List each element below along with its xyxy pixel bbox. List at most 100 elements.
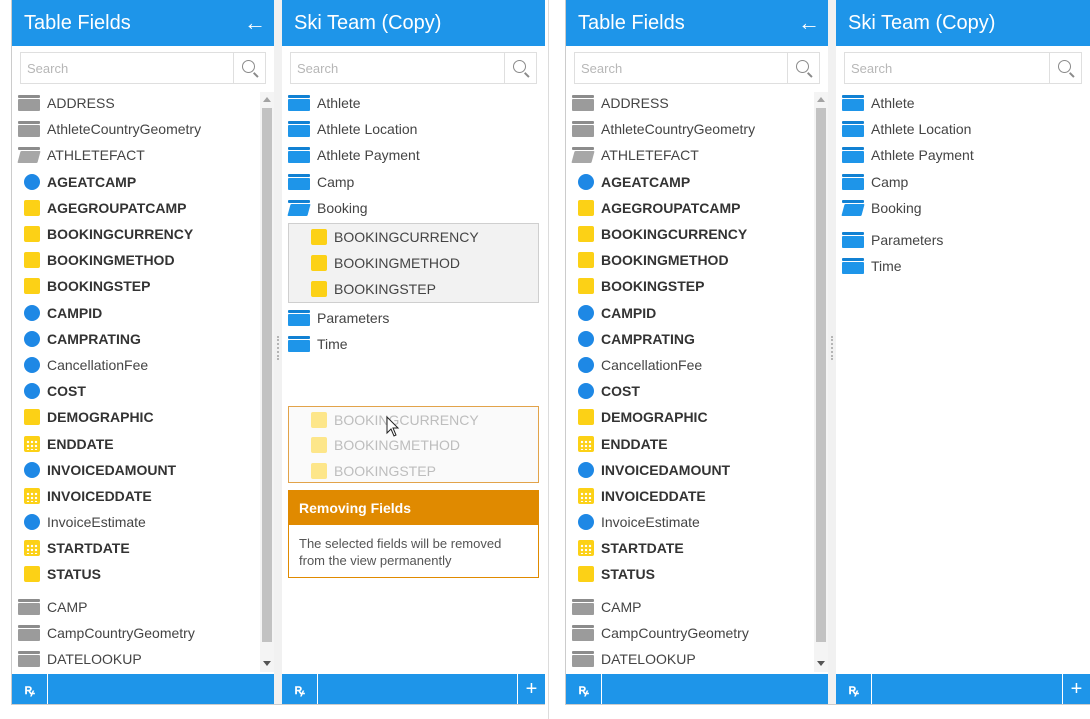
view-folder-item[interactable]: Booking [282,195,545,221]
field-item[interactable]: CAMPID [566,300,828,326]
field-item[interactable]: DEMOGRAPHIC [566,404,828,430]
field-item[interactable]: BOOKINGSTEP [566,273,828,299]
field-item[interactable]: INVOICEDAMOUNT [12,457,274,483]
field-item[interactable]: STARTDATE [12,535,274,561]
view-field-item[interactable]: BOOKINGSTEP [289,276,538,302]
view-folder-item[interactable]: Time [836,253,1090,279]
panel-splitter[interactable] [828,0,836,704]
search-input[interactable] [291,53,536,83]
scroll-down-arrow-icon[interactable] [817,661,825,666]
folder-item[interactable]: ADDRESS [12,90,274,116]
field-item[interactable]: INVOICEDAMOUNT [566,457,828,483]
dragged-field-item[interactable]: BOOKINGMETHOD [289,433,538,459]
field-item[interactable]: STARTDATE [566,535,828,561]
field-item[interactable]: COST [12,378,274,404]
table-fields-panel: Table Fields ← ADDRESS AthleteCountryGeom… [566,0,828,704]
view-folder-item[interactable]: Booking [836,195,1090,221]
folder-item[interactable]: CampCountryGeometry [12,620,274,646]
view-field-item[interactable]: BOOKINGMETHOD [289,250,538,276]
view-folder-item[interactable]: Athlete Location [282,116,545,142]
add-button[interactable]: + [517,674,545,704]
field-item[interactable]: STATUS [12,561,274,587]
folder-item[interactable]: CampCountryGeometry [566,620,828,646]
field-item[interactable]: AGEGROUPATCAMP [566,195,828,221]
folder-item[interactable]: ATHLETEFACT [566,142,828,168]
field-item[interactable]: AGEATCAMP [12,169,274,195]
field-item[interactable]: CAMPRATING [566,326,828,352]
field-item[interactable]: BOOKINGCURRENCY [12,221,274,247]
folder-item[interactable]: ADDRESS [566,90,828,116]
folder-icon [572,121,594,138]
scrollbar[interactable] [814,92,828,672]
view-folder-item[interactable]: Athlete Location [836,116,1090,142]
field-item[interactable]: BOOKINGSTEP [12,273,274,299]
panel-splitter[interactable] [274,0,282,704]
search-icon[interactable] [233,53,265,83]
metric-circle-icon [24,330,40,347]
search-icon[interactable] [504,53,536,83]
swap-icon[interactable]: ꝶ [12,674,48,704]
scroll-up-arrow-icon[interactable] [263,97,271,102]
scrollbar-thumb[interactable] [262,108,272,642]
add-button[interactable]: + [1062,674,1090,704]
field-item[interactable]: InvoiceEstimate [12,509,274,535]
arrow-left-icon[interactable]: ← [244,0,266,46]
scrollbar-thumb[interactable] [816,108,826,642]
field-item[interactable]: ENDDATE [12,430,274,456]
field-item[interactable]: BOOKINGCURRENCY [566,221,828,247]
field-item[interactable]: ENDDATE [566,430,828,456]
field-item[interactable]: AGEATCAMP [566,169,828,195]
view-folder-item[interactable]: Time [282,331,545,357]
view-folder-item[interactable]: Athlete [282,90,545,116]
view-folder-item[interactable]: Parameters [282,305,545,331]
field-item[interactable]: CAMPID [12,300,274,326]
dimension-square-icon [311,254,327,271]
dragging-fields-box[interactable]: BOOKINGCURRENCY BOOKINGMETHOD BOOKINGSTEP [288,406,539,483]
view-folder-item[interactable]: Athlete Payment [282,142,545,168]
search-icon[interactable] [787,53,819,83]
field-item[interactable]: BOOKINGMETHOD [566,247,828,273]
field-item[interactable]: CancellationFee [12,352,274,378]
search-input[interactable] [845,53,1081,83]
view-folder-item[interactable]: Athlete [836,90,1090,116]
field-item[interactable]: INVOICEDDATE [12,483,274,509]
field-item[interactable]: AGEGROUPATCAMP [12,195,274,221]
field-item[interactable]: INVOICEDDATE [566,483,828,509]
view-folder-item[interactable]: Camp [836,169,1090,195]
field-item[interactable]: BOOKINGMETHOD [12,247,274,273]
view-field-item[interactable]: BOOKINGCURRENCY [289,224,538,250]
swap-icon[interactable]: ꝶ [836,674,872,704]
arrow-left-icon[interactable]: ← [798,0,820,46]
folder-item[interactable]: DATELOOKUP [12,646,274,672]
field-item[interactable]: COST [566,378,828,404]
view-folder-item[interactable]: Parameters [836,227,1090,253]
field-item[interactable]: DEMOGRAPHIC [12,404,274,430]
view-folder-item[interactable]: Camp [282,169,545,195]
search-input[interactable] [21,53,265,83]
scroll-down-arrow-icon[interactable] [263,661,271,666]
swap-icon[interactable]: ꝶ [566,674,602,704]
scroll-up-arrow-icon[interactable] [817,97,825,102]
field-item[interactable]: CAMPRATING [12,326,274,352]
search-box [290,52,537,84]
scrollbar[interactable] [260,92,274,672]
folder-item[interactable]: AthleteCountryGeometry [566,116,828,142]
swap-icon[interactable]: ꝶ [282,674,318,704]
splitter-grip-icon[interactable] [277,336,279,360]
item-label: Camp [871,173,909,190]
search-input[interactable] [575,53,819,83]
folder-item[interactable]: AthleteCountryGeometry [12,116,274,142]
folder-item[interactable]: ATHLETEFACT [12,142,274,168]
folder-item[interactable]: CAMP [566,594,828,620]
field-item[interactable]: InvoiceEstimate [566,509,828,535]
folder-item[interactable]: CAMP [12,594,274,620]
view-folder-item[interactable]: Athlete Payment [836,142,1090,168]
date-calendar-icon [24,435,40,452]
field-item[interactable]: CancellationFee [566,352,828,378]
folder-item[interactable]: DATELOOKUP [566,646,828,672]
search-icon[interactable] [1049,53,1081,83]
field-item[interactable]: STATUS [566,561,828,587]
dragged-field-item[interactable]: BOOKINGSTEP [289,458,538,484]
splitter-grip-icon[interactable] [831,336,833,360]
dragged-field-item[interactable]: BOOKINGCURRENCY [289,407,538,433]
